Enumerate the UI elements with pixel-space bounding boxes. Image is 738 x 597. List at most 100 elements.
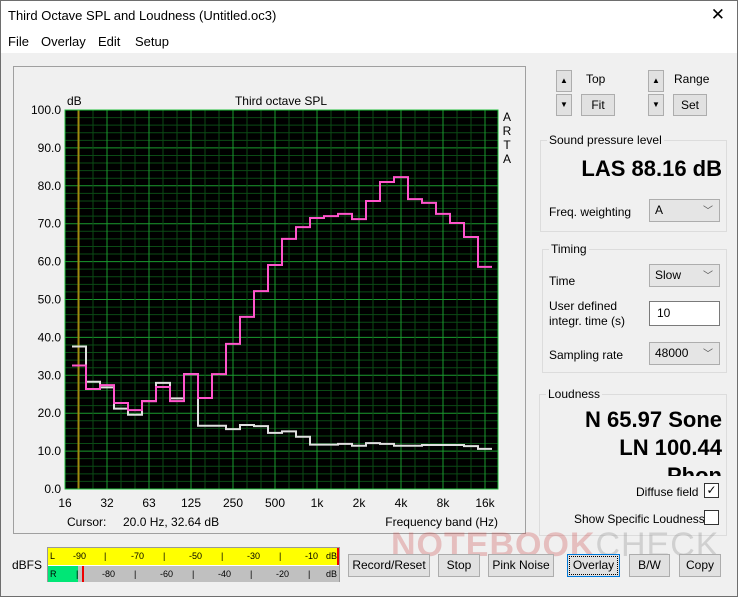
- measurement-band-mark: [380, 181, 394, 183]
- stop-button[interactable]: Stop: [438, 554, 480, 577]
- dbfs-label: dBFS: [12, 558, 43, 572]
- r-tick: -60: [160, 569, 174, 579]
- overlay-band-mark: [380, 443, 394, 445]
- overlay-band-mark: [128, 414, 142, 416]
- overlay-band-mark: [170, 397, 184, 399]
- cursor-readout: Cursor: 20.0 Hz, 32.64 dB: [67, 515, 219, 529]
- bw-button[interactable]: B/W: [629, 554, 670, 577]
- arta-letter: T: [503, 138, 511, 152]
- check-icon: ✓: [706, 483, 717, 497]
- loudness-unit-clip: Phon: [546, 463, 722, 476]
- measurement-band-mark: [170, 400, 184, 402]
- loudness-ln-value: LN 100.44: [619, 435, 722, 460]
- r-unit: dB: [326, 569, 338, 579]
- y-tick-label: 50.0: [38, 293, 62, 307]
- y-tick-label: 20.0: [38, 406, 62, 420]
- y-tick-label: 30.0: [38, 368, 62, 382]
- diffuse-field-checkbox[interactable]: ✓: [704, 483, 719, 498]
- tick-mark: |: [250, 569, 253, 579]
- timing-group-title: Timing: [549, 242, 589, 256]
- y-axis-label: dB: [67, 94, 82, 108]
- range-down-button[interactable]: ▼: [648, 94, 664, 116]
- range-up-button[interactable]: ▲: [648, 70, 664, 92]
- overlay-band-mark: [114, 408, 128, 410]
- measurement-band-mark: [296, 226, 310, 228]
- measurement-band-mark: [422, 202, 436, 204]
- arta-label: ARTA: [503, 110, 512, 166]
- user-time-label-2: integr. time (s): [549, 314, 626, 328]
- overlay-band-mark: [198, 425, 212, 427]
- x-ticks: 16 32 63 125 250 500 1k 2k 4k 8k 16k: [58, 496, 495, 510]
- x-tick-label: 16k: [475, 496, 495, 510]
- time-select[interactable]: Slow ﹀: [649, 264, 720, 287]
- overlay-band-mark: [464, 445, 478, 447]
- copy-button[interactable]: Copy: [679, 554, 721, 577]
- sampling-rate-label: Sampling rate: [549, 348, 624, 362]
- overlay-band-mark: [282, 430, 296, 432]
- overlay-band-mark: [156, 382, 170, 384]
- user-time-input[interactable]: 10: [649, 301, 720, 326]
- top-down-button[interactable]: ▼: [556, 94, 572, 116]
- overlay-band-mark: [310, 444, 324, 446]
- measurement-band-mark: [86, 388, 100, 390]
- measurement-band-mark: [198, 397, 212, 399]
- freq-weighting-select[interactable]: A ﹀: [649, 199, 720, 222]
- loudness-group-title: Loudness: [546, 387, 603, 401]
- y-tick-label: 60.0: [38, 255, 62, 269]
- measurement-band-mark: [464, 236, 478, 238]
- fit-button[interactable]: Fit: [581, 94, 615, 116]
- l-tick: -90: [73, 551, 87, 561]
- measurement-band-mark: [72, 364, 86, 366]
- up-arrow-icon: ▲: [652, 76, 660, 85]
- x-tick-label: 16: [58, 496, 72, 510]
- overlay-band-mark: [408, 445, 422, 447]
- overlay-band-mark: [226, 428, 240, 430]
- y-ticks: 0.0 10.0 20.0 30.0 40.0 50.0 60.0 70.0 80.0 90.0 1…: [31, 103, 61, 496]
- measurement-band-mark: [212, 373, 226, 375]
- spl-group-title: Sound pressure level: [547, 133, 664, 147]
- right-peak-marker: [82, 566, 84, 582]
- x-tick-label: 8k: [437, 496, 451, 510]
- tick-mark: |: [192, 569, 195, 579]
- loudness-n-value: N 65.97 Sone: [585, 407, 722, 432]
- app-window: Third Octave SPL and Loudness (Untitled.…: [0, 0, 738, 597]
- set-button[interactable]: Set: [673, 94, 707, 116]
- freq-weighting-label: Freq. weighting: [549, 205, 632, 219]
- chevron-down-icon: ﹀: [703, 206, 713, 217]
- user-time-label-1: User defined: [549, 299, 618, 313]
- tick-mark: |: [221, 551, 224, 561]
- y-tick-label: 70.0: [38, 217, 62, 231]
- chevron-down-icon: ﹀: [703, 349, 713, 360]
- overlay-band-mark: [324, 444, 338, 446]
- up-arrow-icon: ▲: [560, 76, 568, 85]
- close-icon[interactable]: ✕: [711, 5, 725, 25]
- spl-value: LAS 88.16 dB: [581, 156, 722, 181]
- spl-chart[interactable]: 0.0 10.0 20.0 30.0 40.0 50.0 60.0 70.0 80.0 90.0 1…: [1, 1, 531, 541]
- tick-mark: |: [76, 569, 79, 579]
- specific-loudness-checkbox[interactable]: [704, 510, 719, 525]
- down-arrow-icon: ▼: [652, 100, 660, 109]
- overlay-button[interactable]: Overlay: [567, 554, 620, 577]
- top-label: Top: [586, 72, 606, 86]
- y-tick-label: 0.0: [44, 482, 61, 496]
- overlay-band-mark: [352, 445, 366, 447]
- pink-noise-button[interactable]: Pink Noise: [488, 554, 554, 577]
- overlay-band-mark: [254, 425, 268, 427]
- overlay-band-mark: [86, 381, 100, 383]
- measurement-band-mark: [394, 176, 408, 178]
- x-tick-label: 500: [265, 496, 285, 510]
- chevron-down-icon: ﹀: [703, 271, 713, 282]
- loudness-ln-unit: Phon: [667, 463, 722, 476]
- x-tick-label: 63: [142, 496, 156, 510]
- time-label: Time: [549, 274, 576, 288]
- overlay-band-mark: [422, 444, 436, 446]
- y-tick-label: 80.0: [38, 179, 62, 193]
- measurement-band-mark: [450, 222, 464, 224]
- record-reset-button[interactable]: Record/Reset: [348, 554, 430, 577]
- overlay-band-mark: [212, 425, 226, 427]
- sampling-rate-select[interactable]: 48000 ﹀: [649, 342, 720, 365]
- overlay-band-mark: [366, 442, 380, 444]
- top-up-button[interactable]: ▲: [556, 70, 572, 92]
- tick-mark: |: [104, 551, 107, 561]
- l-tick: -30: [247, 551, 261, 561]
